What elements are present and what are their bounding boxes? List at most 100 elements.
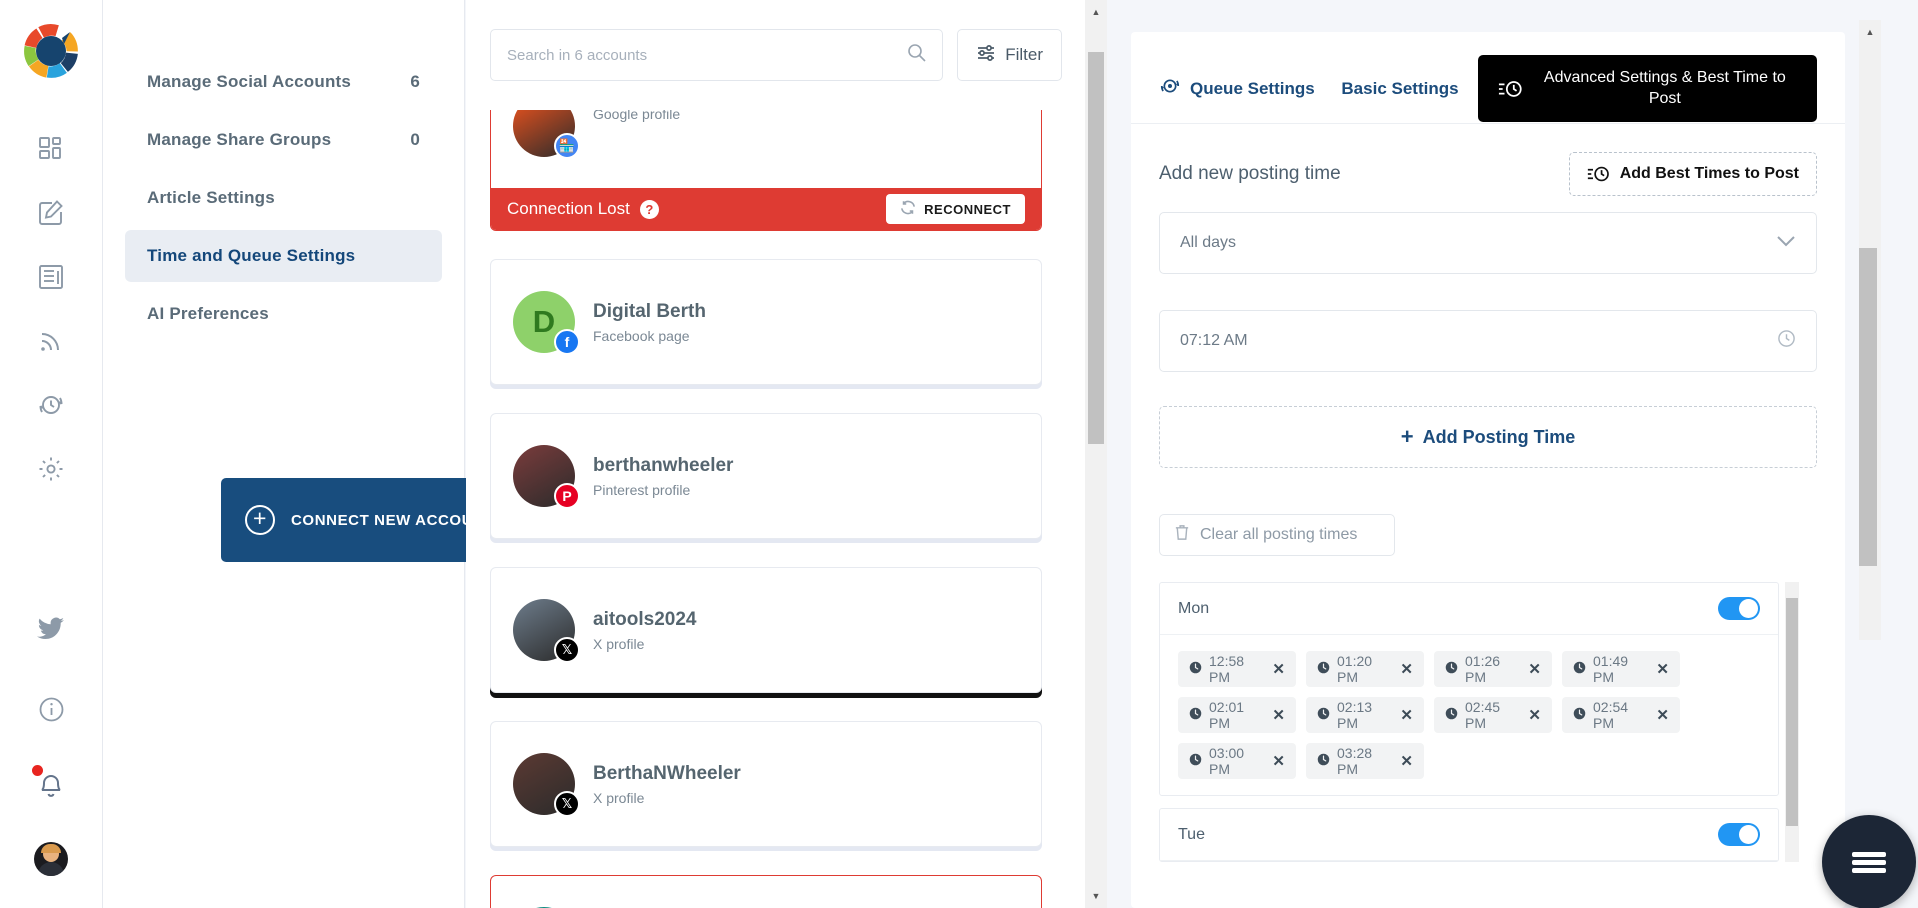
scroll-up-arrow[interactable]: ▲ xyxy=(1859,22,1881,42)
account-name: berthanwheeler xyxy=(593,455,734,477)
remove-time-icon[interactable]: ✕ xyxy=(1528,660,1541,678)
avatar[interactable] xyxy=(28,836,74,882)
account-card[interactable]: Pberthanwheeler Pinterest profile xyxy=(490,413,1042,539)
time-chip[interactable]: 02:54 PM ✕ xyxy=(1562,697,1680,733)
time-chip[interactable]: 02:13 PM ✕ xyxy=(1306,697,1424,733)
time-chip[interactable]: 01:20 PM ✕ xyxy=(1306,651,1424,687)
search-icon xyxy=(907,43,926,67)
twitter-icon[interactable] xyxy=(28,606,74,652)
sidebar-item-time-and-queue-settings[interactable]: Time and Queue Settings xyxy=(125,230,442,282)
clear-all-posting-times-button[interactable]: Clear all posting times xyxy=(1159,514,1395,556)
sidebar-item-label: Manage Share Groups xyxy=(147,130,332,149)
add-posting-time-button[interactable]: + Add Posting Time xyxy=(1159,406,1817,468)
days-scroll-area: Mon 12:58 PM ✕ 01:20 PM ✕ 01:26 PM ✕ 01:49 PM ✕ 0… xyxy=(1159,582,1799,862)
avatar-wrap: P xyxy=(513,445,580,509)
posting-time-input[interactable]: 07:12 AM xyxy=(1159,310,1817,372)
dashboard-icon[interactable] xyxy=(28,126,74,172)
connection-lost-text: Connection Lost xyxy=(507,199,630,218)
days-scrollbar[interactable] xyxy=(1785,582,1799,862)
day-toggle[interactable] xyxy=(1718,597,1760,620)
remove-time-icon[interactable]: ✕ xyxy=(1272,706,1285,724)
plus-icon: + xyxy=(245,505,275,535)
remove-time-icon[interactable]: ✕ xyxy=(1272,752,1285,770)
tab-basic-settings[interactable]: Basic Settings xyxy=(1322,78,1477,99)
time-chip[interactable]: 02:01 PM ✕ xyxy=(1178,697,1296,733)
account-type: X profile xyxy=(593,789,645,806)
scrollbar-thumb[interactable] xyxy=(1859,248,1877,566)
account-card[interactable]: 𝕏aitools2024 X profile xyxy=(490,567,1042,693)
add-best-times-button[interactable]: Add Best Times to Post xyxy=(1568,152,1817,196)
day-select[interactable]: All days xyxy=(1159,212,1817,274)
remove-time-icon[interactable]: ✕ xyxy=(1400,660,1413,678)
compose-icon[interactable] xyxy=(28,190,74,236)
filter-button[interactable]: Filter xyxy=(957,29,1062,81)
filter-icon xyxy=(976,43,996,68)
clock-icon xyxy=(1445,707,1458,723)
left-icon-rail xyxy=(0,0,103,908)
sidebar-item-label: Article Settings xyxy=(147,188,275,207)
posting-time-value: 07:12 AM xyxy=(1180,332,1248,349)
queue-clock-icon xyxy=(1159,75,1181,102)
time-chips: 12:58 PM ✕ 01:20 PM ✕ 01:26 PM ✕ 01:49 PM ✕ 02:0… xyxy=(1160,635,1778,795)
trash-icon xyxy=(1174,524,1190,546)
help-icon[interactable]: ? xyxy=(639,199,659,219)
days-scrollbar-thumb[interactable] xyxy=(1786,598,1798,826)
pinterest-icon: P xyxy=(554,483,580,509)
time-chip-label: 02:01 PM xyxy=(1209,699,1245,731)
time-chip[interactable]: 02:45 PM ✕ xyxy=(1434,697,1552,733)
queue-clock-icon[interactable] xyxy=(28,382,74,428)
account-card[interactable]: D▶Digital BerthYouTube channel xyxy=(490,875,1042,908)
time-chip[interactable]: 12:58 PM ✕ xyxy=(1178,651,1296,687)
tab-advanced-settings[interactable]: Advanced Settings & Best Time to Post xyxy=(1477,54,1817,123)
info-icon[interactable] xyxy=(28,686,74,732)
queue-panel-scrollbar[interactable]: ▲ xyxy=(1859,20,1881,640)
time-chip[interactable]: 03:00 PM ✕ xyxy=(1178,743,1296,779)
remove-time-icon[interactable]: ✕ xyxy=(1656,660,1669,678)
time-chip[interactable]: 01:49 PM ✕ xyxy=(1562,651,1680,687)
account-name: Digital Berth xyxy=(593,301,706,323)
time-chip-label: 12:58 PM xyxy=(1209,653,1245,685)
feeds-icon[interactable] xyxy=(28,318,74,364)
clear-all-label: Clear all posting times xyxy=(1200,526,1358,543)
sidebar-item-ai-preferences[interactable]: AI Preferences xyxy=(125,288,442,340)
search-field-wrap[interactable] xyxy=(490,29,944,81)
posting-time-header: Add new posting time Add Best Times to P… xyxy=(1159,152,1817,196)
remove-time-icon[interactable]: ✕ xyxy=(1528,706,1541,724)
account-card[interactable]: 𝕏 BerthaNWheeler X profile xyxy=(490,721,1042,847)
time-chip-label: 02:54 PM xyxy=(1593,699,1629,731)
remove-time-icon[interactable]: ✕ xyxy=(1400,706,1413,724)
floating-menu-button[interactable] xyxy=(1822,815,1916,908)
google-business-icon: 🏪 xyxy=(554,133,580,159)
reconnect-button[interactable]: RECONNECT xyxy=(886,194,1025,224)
remove-time-icon[interactable]: ✕ xyxy=(1400,752,1413,770)
remove-time-icon[interactable]: ✕ xyxy=(1656,706,1669,724)
account-name: BerthaNWheeler xyxy=(593,763,741,785)
time-chip[interactable]: 01:26 PM ✕ xyxy=(1434,651,1552,687)
avatar-wrap: Df xyxy=(513,291,580,355)
day-label: Mon xyxy=(1178,599,1210,617)
sidebar-item-article-settings[interactable]: Article Settings xyxy=(125,172,442,224)
sidebar-item-manage-social-accounts[interactable]: Manage Social Accounts 6 xyxy=(125,56,442,108)
tab-queue-settings[interactable]: Queue Settings xyxy=(1159,75,1322,102)
day-label: Tue xyxy=(1178,825,1205,843)
facebook-icon: f xyxy=(554,329,580,355)
remove-time-icon[interactable]: ✕ xyxy=(1272,660,1285,678)
clock-icon xyxy=(1317,753,1330,769)
articles-icon[interactable] xyxy=(28,254,74,300)
bell-icon[interactable] xyxy=(28,762,74,808)
account-card[interactable]: Df Digital Berth Facebook page xyxy=(490,259,1042,385)
add-posting-time-label: Add Posting Time xyxy=(1422,426,1576,447)
search-input[interactable] xyxy=(507,46,908,64)
clock-icon xyxy=(1573,661,1586,677)
account-meta: BerthaNWheeler X profile xyxy=(593,762,741,806)
time-chip[interactable]: 03:28 PM ✕ xyxy=(1306,743,1424,779)
best-time-icon xyxy=(1587,164,1611,184)
accounts-scrollbar[interactable]: ▲ ▼ xyxy=(1085,0,1107,908)
day-toggle[interactable] xyxy=(1718,823,1760,846)
account-card-body: Pberthanwheeler Pinterest profile xyxy=(491,414,1041,538)
scroll-down-arrow[interactable]: ▼ xyxy=(1085,886,1107,906)
scrollbar-thumb[interactable] xyxy=(1088,52,1104,444)
scroll-up-arrow[interactable]: ▲ xyxy=(1085,2,1107,22)
sidebar-item-manage-share-groups[interactable]: Manage Share Groups 0 xyxy=(125,114,442,166)
gear-icon[interactable] xyxy=(28,446,74,492)
